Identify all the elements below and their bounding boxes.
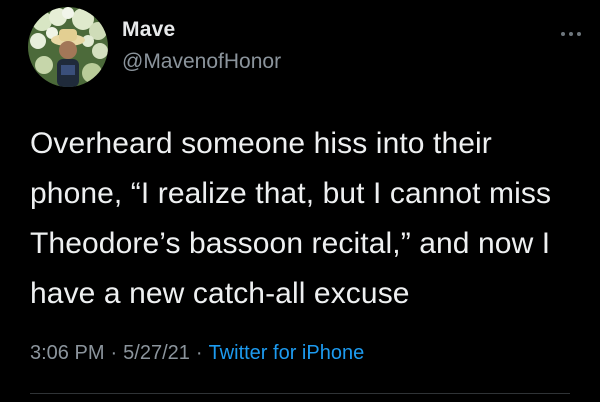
tweet-source-link[interactable]: Twitter for iPhone [209,342,365,364]
tweet-text: Overheard someone hiss into their phone,… [30,127,552,310]
avatar[interactable] [28,7,108,87]
user-handle[interactable]: @MavenofHonor [122,50,281,74]
meta-separator: · [110,342,118,364]
ellipsis-icon[interactable] [556,24,586,44]
meta-separator: · [195,342,203,364]
display-name[interactable]: Mave [122,18,175,42]
tweet-date[interactable]: 5/27/21 [123,342,190,364]
divider [30,393,570,394]
avatar-image [28,7,108,87]
tweet-card: Mave @MavenofHonor Overheard someone his… [0,0,600,402]
tweet-meta: 3:06 PM · 5/27/21 · Twitter for iPhone [30,342,364,365]
tweet-time[interactable]: 3:06 PM [30,342,104,364]
